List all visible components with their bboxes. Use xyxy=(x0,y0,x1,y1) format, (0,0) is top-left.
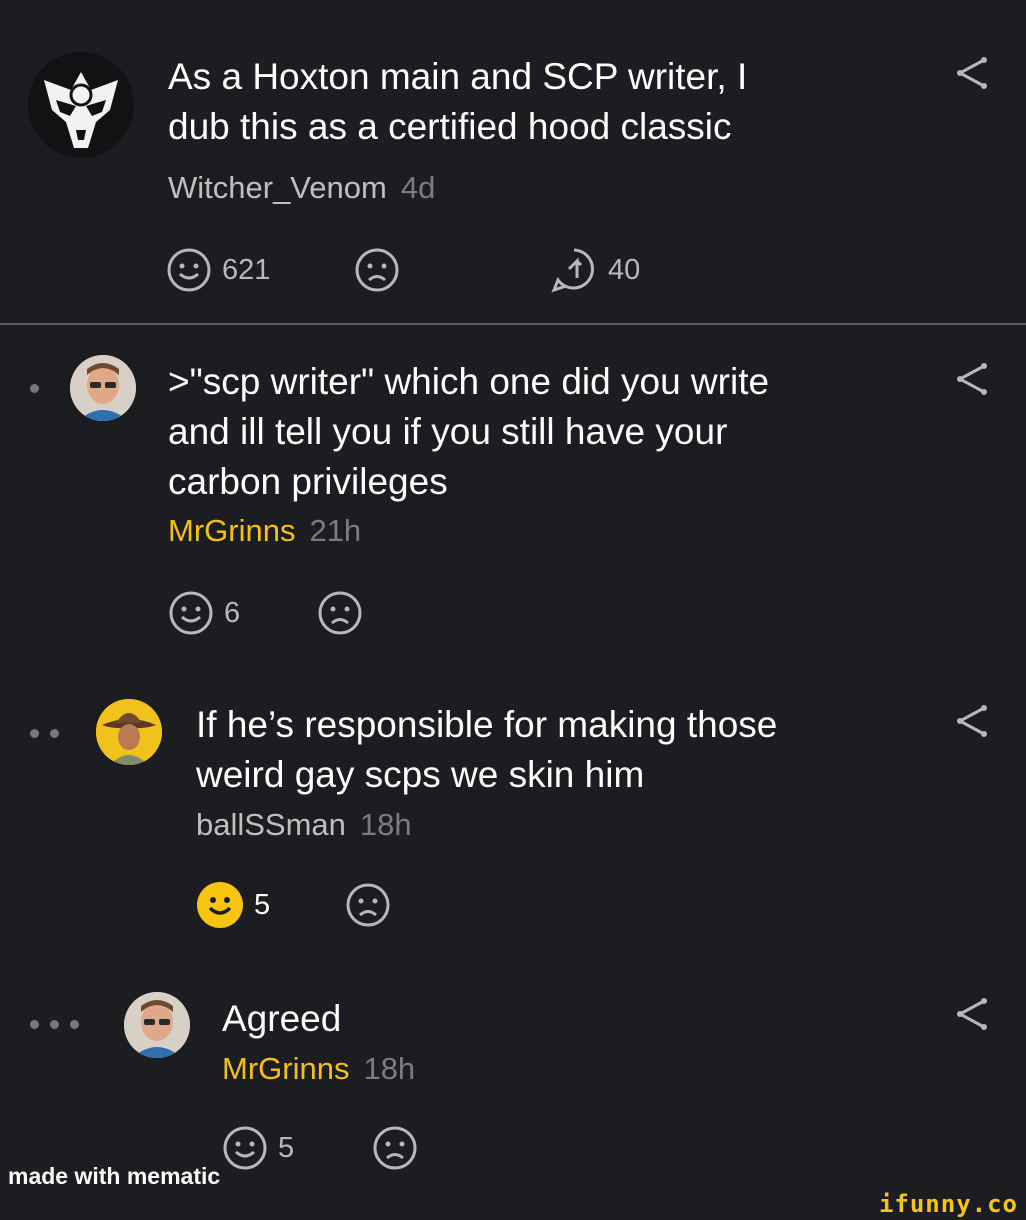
smile-button[interactable]: 5 xyxy=(222,1125,294,1171)
username[interactable]: MrGrinns xyxy=(222,1051,349,1086)
share-icon[interactable] xyxy=(954,362,988,396)
mask-logo-icon xyxy=(28,52,134,158)
smile-icon xyxy=(223,1126,267,1170)
mematic-watermark: made with mematic xyxy=(8,1163,221,1189)
thread-depth-dots xyxy=(30,384,39,393)
comment-text: As a Hoxton main and SCP writer, I dub t… xyxy=(168,56,748,147)
smile-button-active[interactable]: 5 xyxy=(196,881,270,929)
smile-filled-icon xyxy=(197,882,243,928)
dot xyxy=(30,729,39,738)
comment-meta: Witcher_Venom 4d xyxy=(168,170,435,206)
share-icon[interactable] xyxy=(954,704,988,738)
frown-button[interactable] xyxy=(345,882,391,928)
share-icon[interactable] xyxy=(954,56,988,90)
like-count: 6 xyxy=(224,596,241,629)
comment-meta: MrGrinns 21h xyxy=(168,513,361,549)
dot xyxy=(70,1020,79,1029)
thread-depth-dots xyxy=(30,729,59,738)
frown-icon xyxy=(373,1126,417,1170)
timestamp: 4d xyxy=(400,170,436,205)
like-count: 5 xyxy=(278,1131,295,1164)
share-icon[interactable] xyxy=(954,997,988,1031)
comment-text: >"scp writer" which one did you write an… xyxy=(168,361,770,502)
reply-bubble-icon xyxy=(551,248,594,293)
like-count: 621 xyxy=(222,253,271,286)
frown-button[interactable] xyxy=(317,590,363,636)
dot xyxy=(30,384,39,393)
frown-icon xyxy=(318,591,362,635)
reply-count: 40 xyxy=(608,253,641,286)
like-count: 5 xyxy=(254,888,271,921)
username[interactable]: Witcher_Venom xyxy=(168,170,387,205)
frown-button[interactable] xyxy=(354,247,400,293)
smile-icon xyxy=(169,591,213,635)
comment-meta: ballSSman 18h xyxy=(196,807,412,843)
frown-button[interactable] xyxy=(372,1125,418,1171)
ifunny-watermark: ifunny.co xyxy=(878,1190,1018,1218)
comment-text: If he’s responsible for making those wei… xyxy=(196,704,778,795)
frown-icon xyxy=(355,248,399,292)
timestamp: 21h xyxy=(309,513,362,548)
man-with-glasses-icon xyxy=(70,355,136,421)
dot xyxy=(50,1020,59,1029)
avatar[interactable] xyxy=(70,355,136,421)
man-with-glasses-icon xyxy=(124,992,190,1058)
cowboy-icon xyxy=(96,699,162,765)
reply-button[interactable]: 40 xyxy=(550,246,640,294)
avatar[interactable] xyxy=(96,699,162,765)
avatar[interactable] xyxy=(26,50,136,160)
username[interactable]: ballSSman xyxy=(196,807,346,842)
divider xyxy=(0,323,1026,325)
avatar[interactable] xyxy=(124,992,190,1058)
timestamp: 18h xyxy=(363,1051,416,1086)
comment-meta: MrGrinns 18h xyxy=(222,1051,415,1087)
username[interactable]: MrGrinns xyxy=(168,513,295,548)
thread-depth-dots xyxy=(30,1020,79,1029)
dot xyxy=(30,1020,39,1029)
smile-button[interactable]: 6 xyxy=(168,590,240,636)
smile-icon xyxy=(167,248,211,292)
frown-icon xyxy=(346,883,390,927)
comment-text: Agreed xyxy=(222,998,342,1039)
dot xyxy=(50,729,59,738)
timestamp: 18h xyxy=(359,807,412,842)
smile-button[interactable]: 621 xyxy=(166,247,270,293)
